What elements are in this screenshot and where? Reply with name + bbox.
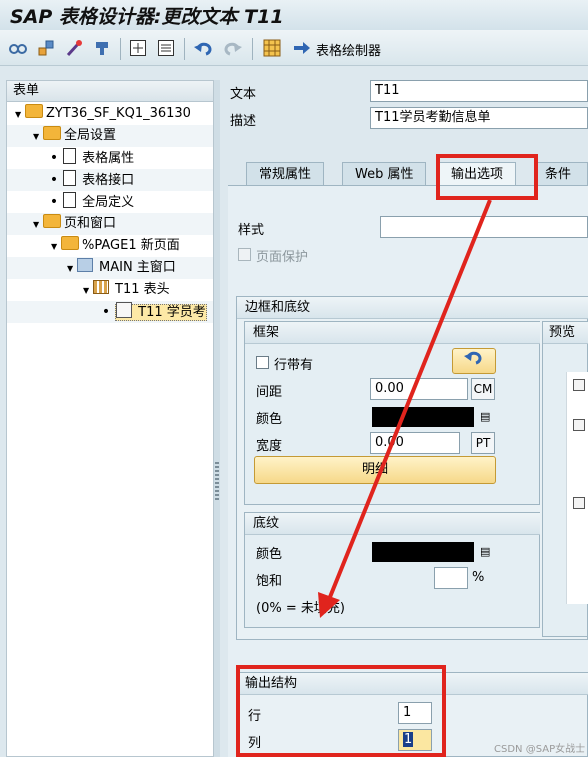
- text-name-field[interactable]: T11: [370, 80, 588, 102]
- saturation-unit: %: [472, 570, 485, 585]
- tree-node-main-window[interactable]: ▼ MAIN 主窗口: [7, 257, 213, 279]
- collapse-icon[interactable]: ▼: [51, 236, 61, 258]
- folder-open-icon: [43, 214, 61, 228]
- spacing-unit[interactable]: CM: [471, 378, 495, 400]
- tree-header: 表单: [6, 80, 214, 102]
- undo-icon[interactable]: [194, 38, 214, 58]
- annotation-box-output-structure: [236, 665, 446, 757]
- preview-border-toggle[interactable]: [573, 419, 585, 431]
- tree-node-global-definitions[interactable]: • 全局定义: [7, 191, 213, 213]
- tab-web-attributes[interactable]: Web 属性: [342, 162, 427, 186]
- collapse-icon[interactable]: ▼: [33, 214, 43, 236]
- dropdown-icon[interactable]: ▤: [480, 407, 490, 427]
- style-label: 样式: [238, 223, 265, 238]
- tab-general-attributes[interactable]: 常规属性: [246, 162, 325, 186]
- document-icon: [63, 148, 77, 164]
- tree-node-pages-windows[interactable]: ▼ 页和窗口: [7, 213, 213, 235]
- spacing-label: 间距: [256, 385, 283, 400]
- folder-open-icon: [43, 126, 61, 140]
- plug-icon[interactable]: [92, 38, 112, 58]
- page-protect-label: 页面保护: [256, 250, 309, 265]
- redo-icon[interactable]: [222, 38, 242, 58]
- line-with-label: 行带有: [274, 358, 314, 373]
- toolbar-separator: [184, 38, 185, 60]
- undo-icon: [464, 351, 482, 365]
- tree-node-global-settings[interactable]: ▼ 全局设置: [7, 125, 213, 147]
- page-protect-checkbox[interactable]: [238, 248, 251, 261]
- panel-list-icon[interactable]: [156, 38, 176, 58]
- toolbar-separator: [120, 38, 121, 60]
- table-painter-button[interactable]: 表格绘制器: [316, 40, 381, 59]
- spacing-field[interactable]: 0.00: [370, 378, 468, 400]
- folder-open-icon: [25, 104, 43, 118]
- borders-shading-title: 边框和底纹: [237, 297, 588, 319]
- folder-open-icon: [61, 236, 79, 250]
- collapse-icon[interactable]: ▼: [67, 258, 77, 280]
- shading-color-swatch[interactable]: [372, 542, 474, 562]
- glasses-icon[interactable]: [8, 38, 28, 58]
- shading-color-label: 颜色: [256, 547, 283, 562]
- description-field[interactable]: T11学员考勤信息单: [370, 107, 588, 129]
- collapse-icon[interactable]: ▼: [33, 126, 43, 148]
- panel-plus-icon[interactable]: [128, 38, 148, 58]
- preview-border-toggle[interactable]: [573, 497, 585, 509]
- preview-title: 预览: [543, 322, 588, 344]
- wand-icon[interactable]: [64, 38, 84, 58]
- toolbar-separator: [252, 38, 253, 60]
- description-label: 描述: [230, 114, 257, 129]
- arrow-right-icon[interactable]: [292, 38, 312, 58]
- tree-node-form-interface[interactable]: • 表格接口: [7, 169, 213, 191]
- edit-text-icon: [116, 302, 133, 318]
- collapse-icon[interactable]: ▼: [15, 104, 25, 126]
- move-icon[interactable]: [36, 38, 56, 58]
- style-field[interactable]: [380, 216, 588, 238]
- frame-title: 框架: [245, 322, 540, 344]
- window-icon: [77, 258, 93, 272]
- width-field[interactable]: 0.00: [370, 432, 460, 454]
- splitter-grip[interactable]: [215, 462, 219, 502]
- annotation-box-output-tab: [436, 154, 538, 200]
- preview-canvas: [566, 372, 588, 604]
- document-icon: [63, 192, 77, 208]
- saturation-field[interactable]: [434, 567, 468, 589]
- details-button[interactable]: 明细: [254, 456, 496, 484]
- tree-node-t11-text[interactable]: • T11 学员考: [7, 301, 213, 323]
- dropdown-icon[interactable]: ▤: [480, 542, 490, 562]
- tree-node-t11-header[interactable]: ▼ T11 表头: [7, 279, 213, 301]
- document-icon: [63, 170, 77, 186]
- tree-node-form-attributes[interactable]: • 表格属性: [7, 147, 213, 169]
- frame-undo-button[interactable]: [452, 348, 496, 374]
- line-with-checkbox[interactable]: [256, 356, 269, 369]
- width-unit[interactable]: PT: [471, 432, 495, 454]
- width-label: 宽度: [256, 439, 283, 454]
- watermark: CSDN @SAP女战士: [494, 744, 586, 755]
- frame-color-swatch[interactable]: [372, 407, 474, 427]
- tree-node-form[interactable]: ▼ ZYT36_SF_KQ1_36130: [7, 103, 213, 125]
- shading-note: (0% = 未填充): [256, 601, 345, 616]
- text-label: 文本: [230, 87, 257, 102]
- tree-selected-node[interactable]: T11 学员考: [115, 302, 207, 321]
- tab-conditions[interactable]: 条件: [536, 162, 588, 186]
- frame-color-label: 颜色: [256, 412, 283, 427]
- collapse-icon[interactable]: ▼: [83, 280, 93, 302]
- preview-border-toggle[interactable]: [573, 379, 585, 391]
- tree-node-page1[interactable]: ▼ %PAGE1 新页面: [7, 235, 213, 257]
- window-title: SAP 表格设计器:更改文本 T11: [10, 6, 284, 28]
- grid-icon[interactable]: [262, 38, 282, 58]
- shading-title: 底纹: [245, 513, 540, 535]
- saturation-label: 饱和: [256, 574, 283, 589]
- table-icon: [93, 280, 109, 294]
